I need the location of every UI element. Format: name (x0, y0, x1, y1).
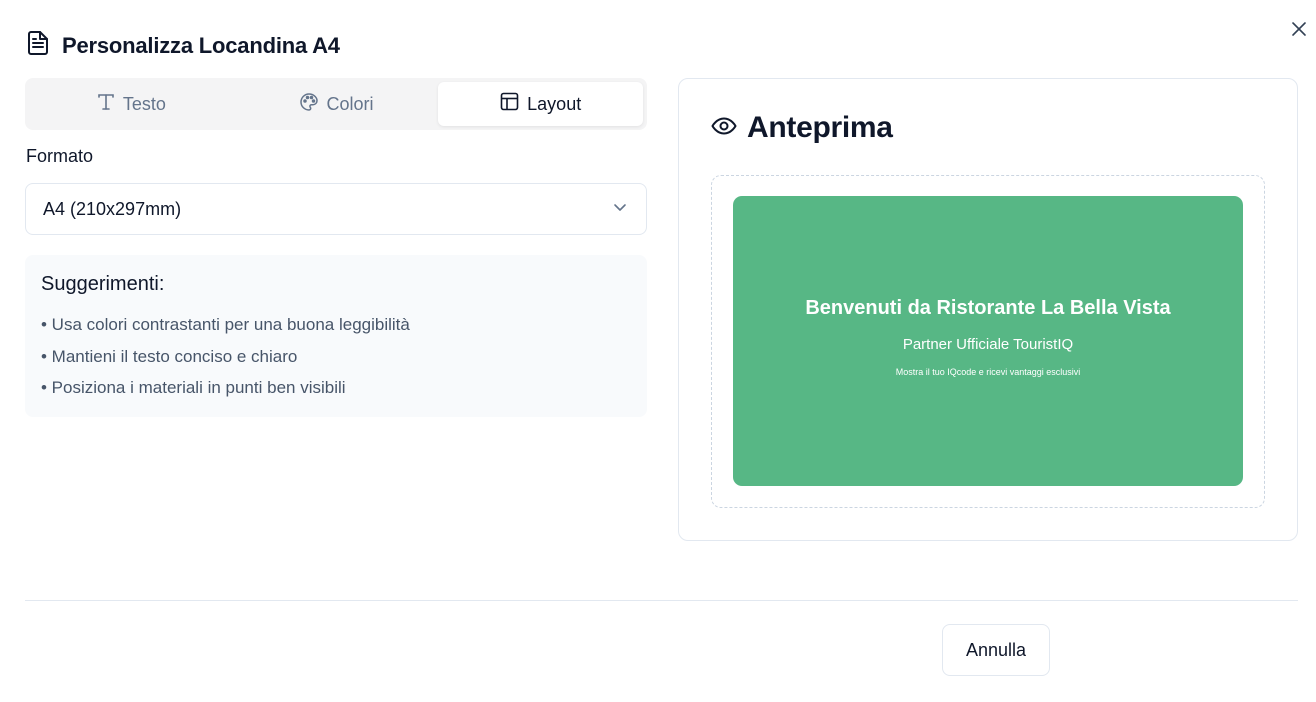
type-icon (97, 93, 115, 116)
tip-item: • Usa colori contrastanti per una buona … (41, 315, 410, 334)
preview-card: Anteprima Benvenuti da Ristorante La Bel… (678, 78, 1298, 541)
poster-preview: Benvenuti da Ristorante La Bella Vista P… (733, 196, 1243, 486)
tip-item: • Mantieni il testo conciso e chiaro (41, 346, 298, 366)
poster-subtitle: Partner Ufficiale TouristIQ (902, 336, 1074, 353)
tips-title: Suggerimenti: (41, 273, 165, 295)
tip-item: • Posiziona i materiali in punti ben vis… (41, 378, 346, 397)
dialog-header: Personalizza Locandina A4 (26, 30, 340, 61)
eye-icon (711, 116, 737, 141)
tips-list: • Usa colori contrastanti per una buona … (41, 309, 631, 404)
close-icon (1291, 21, 1307, 42)
preview-frame: Benvenuti da Ristorante La Bella Vista P… (711, 175, 1265, 508)
close-button[interactable] (1288, 20, 1310, 42)
poster-note: Mostra il tuo IQcode e ricevi vantaggi e… (895, 367, 1081, 377)
file-text-icon (26, 30, 50, 61)
preview-header: Anteprima (711, 111, 893, 145)
tab-layout[interactable]: Layout (438, 82, 644, 126)
format-select[interactable]: A4 (210x297mm) (25, 183, 647, 235)
poster-title: Benvenuti da Ristorante La Bella Vista (805, 297, 1171, 319)
cancel-button[interactable]: Annulla (942, 624, 1050, 676)
tips-panel: Suggerimenti: • Usa colori contrastanti … (25, 255, 647, 417)
footer-divider (25, 600, 1298, 601)
editor-tabs: Testo Colori Layout (25, 78, 647, 130)
preview-title: Anteprima (747, 111, 893, 144)
chevron-down-icon (612, 199, 628, 220)
layout-icon (500, 92, 519, 116)
tab-colori[interactable]: Colori (234, 82, 439, 126)
tab-label: Testo (122, 93, 166, 114)
tab-testo[interactable]: Testo (29, 82, 234, 126)
dialog-title: Personalizza Locandina A4 (62, 32, 340, 58)
format-selected-value: A4 (210x297mm) (43, 198, 182, 219)
format-label: Formato (26, 146, 94, 166)
tab-label: Layout (527, 93, 582, 114)
tab-label: Colori (326, 93, 374, 114)
palette-icon (299, 92, 319, 117)
